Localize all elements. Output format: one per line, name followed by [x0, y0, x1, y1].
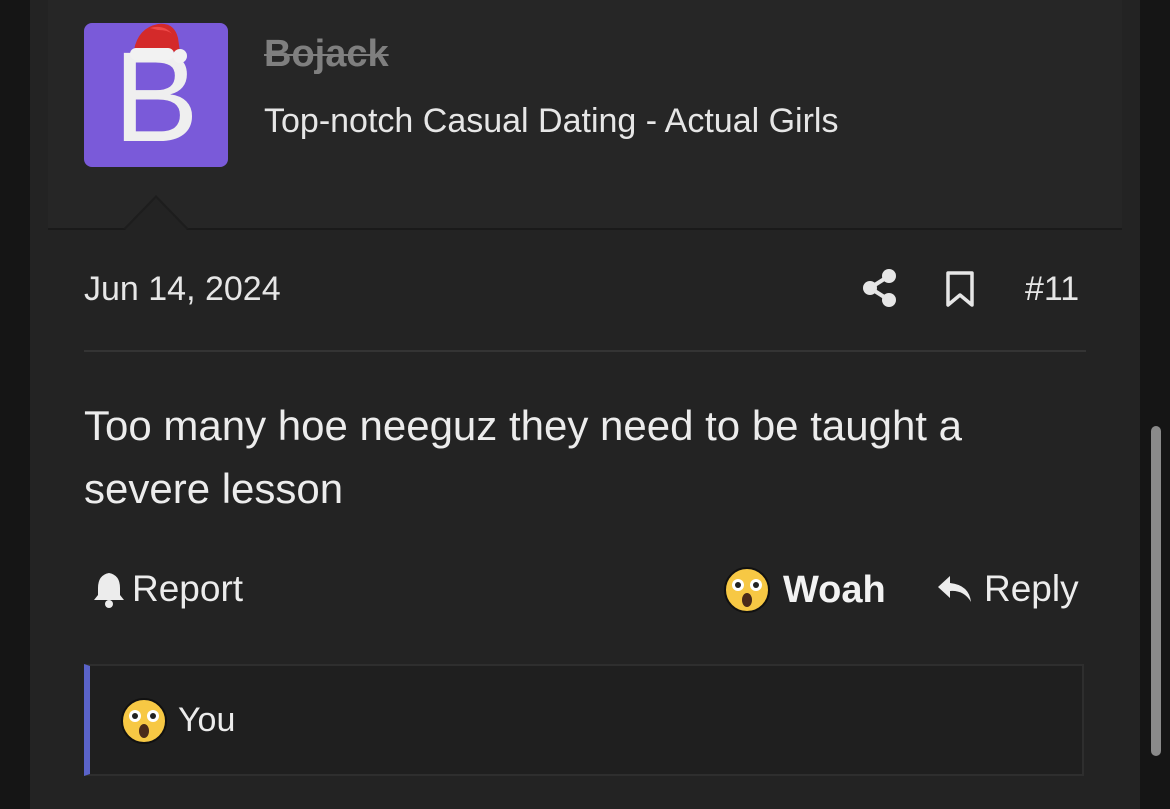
reply-label: Reply — [984, 568, 1079, 609]
divider — [84, 350, 1086, 352]
reply-arrow-icon — [938, 576, 971, 602]
reply-button[interactable]: Reply — [936, 568, 1079, 610]
astonished-face-icon — [121, 698, 167, 744]
reactors-list[interactable]: You — [178, 701, 235, 740]
bell-icon — [94, 573, 124, 608]
username-link[interactable]: Bojack — [264, 33, 389, 76]
post-date[interactable]: Jun 14, 2024 — [84, 270, 281, 309]
report-button[interactable]: Report — [92, 568, 243, 610]
reaction-label: Woah — [783, 568, 886, 611]
reaction-button[interactable]: Woah — [723, 566, 886, 614]
report-label: Report — [132, 568, 244, 609]
bookmark-icon[interactable] — [944, 270, 976, 308]
scrollbar[interactable] — [1151, 426, 1161, 756]
santa-hat-icon — [130, 23, 187, 63]
share-icon[interactable] — [862, 268, 898, 308]
user-title: Top-notch Casual Dating - Actual Girls — [264, 102, 839, 140]
astonished-face-icon — [724, 567, 770, 613]
post-permalink-number[interactable]: #11 — [1025, 270, 1079, 309]
post-body-text: Too many hoe neeguz they need to be taug… — [84, 402, 963, 512]
